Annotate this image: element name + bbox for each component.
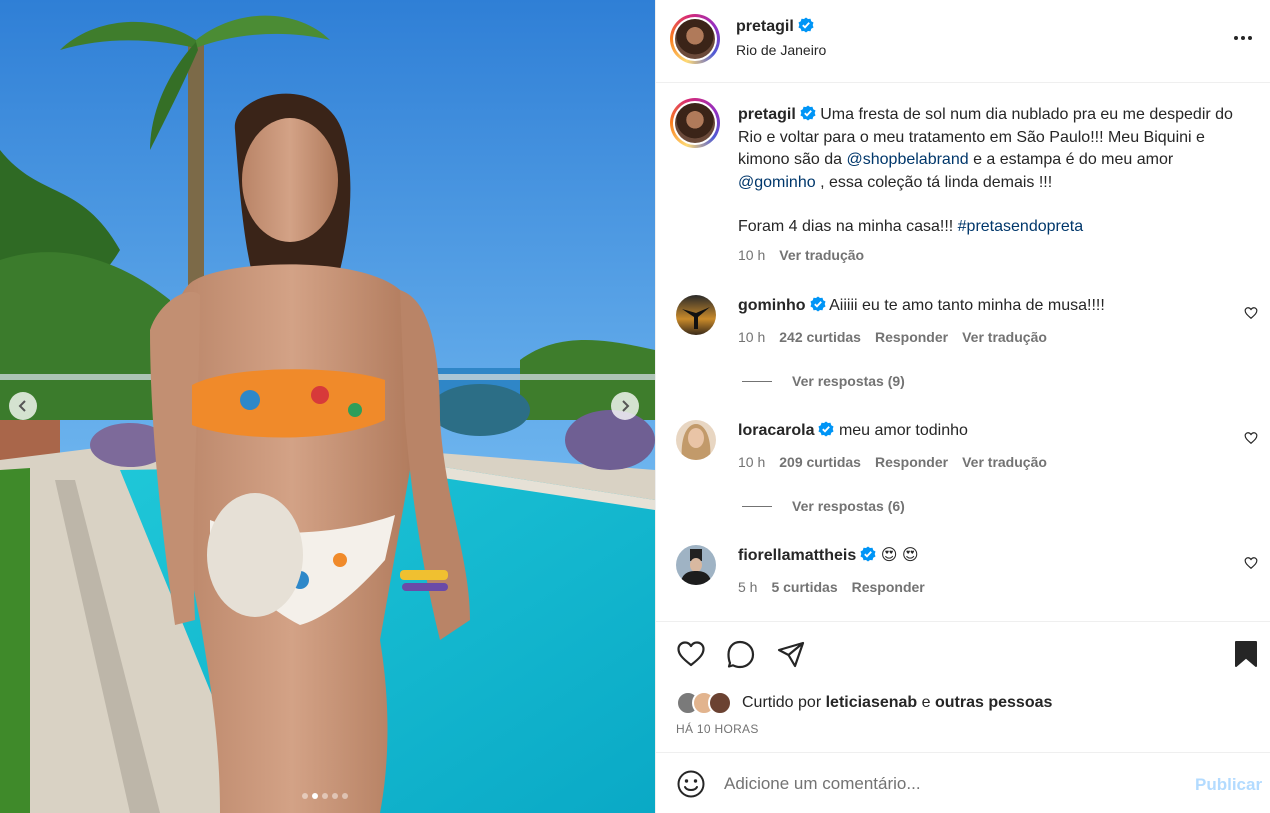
chevron-left-icon	[18, 400, 26, 412]
caption-username[interactable]: pretagil	[738, 106, 796, 123]
comment-icon	[727, 640, 755, 669]
post-actions: Curtido por leticiasenab e outras pessoa…	[656, 621, 1270, 753]
comment-username[interactable]: fiorellamattheis	[738, 547, 856, 564]
comment-time[interactable]: 10 h	[738, 329, 765, 345]
comment-meta: 10 h 242 curtidas Responder Ver tradução	[738, 329, 1047, 345]
heart-icon	[677, 641, 705, 667]
author-username-row: pretagil	[736, 17, 814, 36]
comment-likes-count[interactable]: 209 curtidas	[779, 454, 861, 470]
carousel-next-button[interactable]	[611, 392, 639, 420]
like-button[interactable]	[676, 639, 706, 669]
comment-meta: 10 h 209 curtidas Responder Ver tradução	[738, 454, 1047, 470]
caption-translate-button[interactable]: Ver tradução	[779, 247, 864, 263]
caption-text: , essa coleção tá linda demais !!!	[815, 173, 1053, 191]
comment-text: 😍 😍	[880, 547, 919, 564]
post-header: pretagil Rio de Janeiro	[656, 0, 1270, 83]
liked-by-prefix: Curtido por	[742, 694, 826, 711]
comment-button[interactable]	[726, 639, 756, 669]
verified-badge-icon	[800, 105, 816, 121]
comment-reply-button[interactable]: Responder	[852, 579, 925, 595]
chevron-right-icon	[622, 400, 630, 412]
comment-time[interactable]: 5 h	[738, 579, 757, 595]
liker-avatar[interactable]	[708, 691, 732, 715]
publish-button[interactable]: Publicar	[1195, 775, 1262, 795]
caption-meta: 10 h Ver tradução	[738, 247, 864, 263]
post-media[interactable]	[0, 0, 655, 813]
caption-text: e a estampa é do meu amor	[968, 151, 1174, 168]
comment-reply-button[interactable]: Responder	[875, 454, 948, 470]
commenter-avatar[interactable]	[676, 420, 716, 460]
author-username[interactable]: pretagil	[736, 18, 794, 35]
mention-link[interactable]: @gominho	[738, 174, 816, 191]
comment-text: meu amor todinho	[838, 422, 968, 439]
carousel-prev-button[interactable]	[9, 392, 37, 420]
carousel-dot	[302, 793, 308, 799]
liked-by-middle: e	[917, 694, 935, 711]
comment-translate-button[interactable]: Ver tradução	[962, 454, 1047, 470]
carousel-dot-active	[312, 793, 318, 799]
comment-text: Aiiiii eu te amo tanto minha de musa!!!!	[829, 297, 1105, 314]
share-button[interactable]	[776, 639, 806, 669]
comment-reply-button[interactable]: Responder	[875, 329, 948, 345]
verified-badge-icon	[818, 421, 834, 437]
view-replies-button[interactable]: Ver respostas (6)	[742, 498, 905, 514]
commenter-avatar[interactable]	[676, 295, 716, 335]
comment-item: gominho Aiiiii eu te amo tanto minha de …	[656, 295, 1270, 389]
hashtag-link[interactable]: #pretasendopreta	[958, 218, 1083, 235]
verified-badge-icon	[798, 17, 814, 33]
verified-badge-icon	[860, 546, 876, 562]
liked-by-others[interactable]: outras pessoas	[935, 694, 1052, 711]
comment-content: fiorellamattheis 😍 😍	[738, 546, 919, 566]
caption-author-avatar[interactable]	[670, 98, 720, 148]
liked-by-row: Curtido por leticiasenab e outras pessoa…	[676, 691, 1052, 715]
more-options-icon[interactable]	[1232, 31, 1254, 45]
comment-likes-count[interactable]: 242 curtidas	[779, 329, 861, 345]
post-timestamp[interactable]: HÁ 10 HORAS	[676, 722, 759, 736]
heart-icon[interactable]	[1244, 306, 1258, 320]
author-avatar[interactable]	[670, 14, 720, 64]
caption-text: Foram 4 dias na minha casa!!!	[738, 218, 958, 235]
heart-icon[interactable]	[1244, 431, 1258, 445]
comment-content: loracarola meu amor todinho	[738, 421, 968, 441]
comment-content: gominho Aiiiii eu te amo tanto minha de …	[738, 296, 1105, 316]
comments-list[interactable]: pretagil Uma fresta de sol num dia nubla…	[656, 84, 1270, 621]
carousel-dot	[342, 793, 348, 799]
bookmark-icon	[1235, 641, 1257, 667]
comment-item: loracarola meu amor todinho 10 h 209 cur…	[656, 420, 1270, 514]
post-side-panel: pretagil Rio de Janeiro pretagil Uma fre…	[655, 0, 1270, 813]
comment-item: fiorellamattheis 😍 😍 5 h 5 curtidas Resp…	[656, 545, 1270, 615]
comment-time[interactable]: 10 h	[738, 454, 765, 470]
view-replies-button[interactable]: Ver respostas (9)	[742, 373, 905, 389]
post-location[interactable]: Rio de Janeiro	[736, 42, 826, 58]
caption-time[interactable]: 10 h	[738, 247, 765, 263]
carousel-dot	[332, 793, 338, 799]
comment-username[interactable]: gominho	[738, 297, 806, 314]
carousel-dot	[322, 793, 328, 799]
send-icon	[777, 641, 805, 668]
liked-by-text: Curtido por leticiasenab e outras pessoa…	[742, 694, 1052, 712]
add-comment-bar: Publicar	[656, 753, 1270, 813]
heart-icon[interactable]	[1244, 556, 1258, 570]
comment-translate-button[interactable]: Ver tradução	[962, 329, 1047, 345]
emoji-icon[interactable]	[676, 769, 706, 799]
view-replies-label: Ver respostas (9)	[792, 373, 905, 389]
mention-link[interactable]: @shopbelabrand	[847, 151, 969, 168]
save-button[interactable]	[1231, 639, 1261, 669]
commenter-avatar[interactable]	[676, 545, 716, 585]
comment-input[interactable]	[724, 769, 1154, 799]
liker-username[interactable]: leticiasenab	[826, 694, 918, 711]
view-replies-label: Ver respostas (6)	[792, 498, 905, 514]
post-caption: pretagil Uma fresta de sol num dia nubla…	[738, 104, 1248, 239]
carousel-indicator	[302, 793, 348, 799]
verified-badge-icon	[810, 296, 826, 312]
comment-username[interactable]: loracarola	[738, 422, 814, 439]
post-photo	[0, 0, 655, 813]
comment-meta: 5 h 5 curtidas Responder	[738, 579, 925, 595]
comment-likes-count[interactable]: 5 curtidas	[771, 579, 837, 595]
